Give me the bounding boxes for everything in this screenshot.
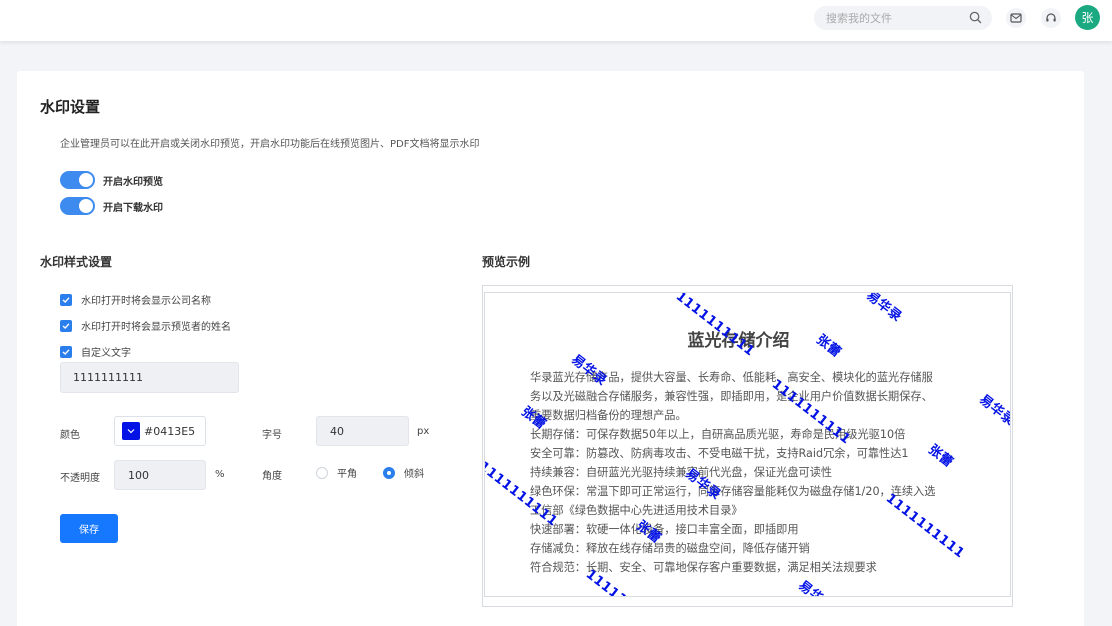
color-label: 颜色 <box>60 430 80 441</box>
doc-line: 安全可靠：防篡改、防病毒攻击、不受电磁干扰，支持Raid冗余，可靠性达1 <box>530 447 909 460</box>
top-bar: 张 <box>0 0 1112 41</box>
doc-line: 绿色环保：常温下即可正常运行，同等存储容量能耗仅为磁盘存储1/20，连续入选 <box>530 485 936 498</box>
radio-button[interactable] <box>316 466 328 479</box>
checkbox-label: 水印打开时将会显示预览者的姓名 <box>81 322 231 333</box>
font-size-label: 字号 <box>262 430 282 441</box>
save-button[interactable]: 保存 <box>60 514 118 543</box>
check-icon[interactable] <box>60 293 72 306</box>
checkbox-label: 水印打开时将会显示公司名称 <box>81 296 211 307</box>
settings-card: 水印设置 企业管理员可以在此开启或关闭水印预览，开启水印功能后在线预览图片、PD… <box>17 71 1084 626</box>
watermark-company: 易华录 <box>976 392 1011 429</box>
radio-label: 平角 <box>337 469 357 480</box>
doc-line: 存储减负：释放在线存储昂贵的磁盘空间，降低存储开销 <box>530 542 810 555</box>
page-title: 水印设置 <box>40 98 101 116</box>
mail-icon[interactable] <box>1006 8 1026 28</box>
angle-label: 角度 <box>262 471 282 482</box>
switch-label: 开启下载水印 <box>103 202 163 214</box>
preview-document: 蓝光存储介绍 华录蓝光存储产品，提供大容量、长寿命、低能耗、高安全、模块化的蓝光… <box>484 292 1011 597</box>
switch-label: 开启水印预览 <box>103 176 163 188</box>
doc-line: 持续兼容：自研蓝光光驱持续兼容前代光盘，保证光盘可读性 <box>530 466 833 479</box>
switch-download-watermark[interactable]: 开启下载水印 <box>60 197 163 215</box>
watermark-company: 易华录 <box>863 292 905 325</box>
font-size-unit: px <box>417 426 430 437</box>
radio-flat[interactable]: 平角 <box>316 465 357 480</box>
checkbox-viewer-name[interactable]: 水印打开时将会显示预览者的姓名 <box>60 318 231 333</box>
check-icon[interactable] <box>60 345 72 358</box>
avatar[interactable]: 张 <box>1075 5 1100 30</box>
switch-preview-watermark[interactable]: 开启水印预览 <box>60 171 163 189</box>
checkbox-company-name[interactable]: 水印打开时将会显示公司名称 <box>60 292 211 307</box>
check-icon[interactable] <box>60 319 72 332</box>
doc-body: 华录蓝光存储产品，提供大容量、长寿命、低能耗、高安全、模块化的蓝光存储服 务以及… <box>530 368 970 577</box>
checkbox-label: 自定义文字 <box>81 348 131 359</box>
search-box[interactable] <box>814 6 992 30</box>
radio-label: 倾斜 <box>404 469 424 480</box>
opacity-input[interactable] <box>114 460 206 490</box>
page-description: 企业管理员可以在此开启或关闭水印预览，开启水印功能后在线预览图片、PDF文档将显… <box>60 139 480 150</box>
headset-icon[interactable] <box>1041 8 1061 28</box>
chevron-down-icon <box>127 429 135 434</box>
opacity-label: 不透明度 <box>60 473 100 484</box>
search-icon[interactable] <box>969 9 982 28</box>
color-value: #0413E5 <box>144 424 196 438</box>
color-swatch[interactable] <box>122 422 140 440</box>
font-size-input[interactable] <box>316 416 409 446</box>
checkbox-custom-text[interactable]: 自定义文字 <box>60 344 131 359</box>
opacity-unit: % <box>215 469 225 480</box>
toggle-switch[interactable] <box>60 197 95 215</box>
toggle-switch[interactable] <box>60 171 95 189</box>
color-picker[interactable]: #0413E5 <box>114 416 206 446</box>
doc-line: 快速部署：软硬一体化设备，接口丰富全面，即插即用 <box>530 523 799 536</box>
radio-button[interactable] <box>383 466 395 479</box>
radio-tilted[interactable]: 倾斜 <box>383 465 424 480</box>
style-section-title: 水印样式设置 <box>40 255 113 269</box>
doc-line: 重要数据归档备份的理想产品。 <box>530 409 687 422</box>
custom-text-input[interactable] <box>60 362 239 393</box>
preview-title: 预览示例 <box>482 255 531 269</box>
doc-line: 长期存储：可保存数据50年以上，自研高品质光驱，寿命是民用级光驱10倍 <box>530 428 906 441</box>
preview-frame: 蓝光存储介绍 华录蓝光存储产品，提供大容量、长寿命、低能耗、高安全、模块化的蓝光… <box>482 285 1013 607</box>
search-input[interactable] <box>826 11 969 25</box>
doc-line: 务以及光磁融合存储服务，兼容性强，即插即用，是企业用户价值数据长期保存、 <box>530 390 933 403</box>
watermark-company: 易华录 <box>795 578 837 597</box>
